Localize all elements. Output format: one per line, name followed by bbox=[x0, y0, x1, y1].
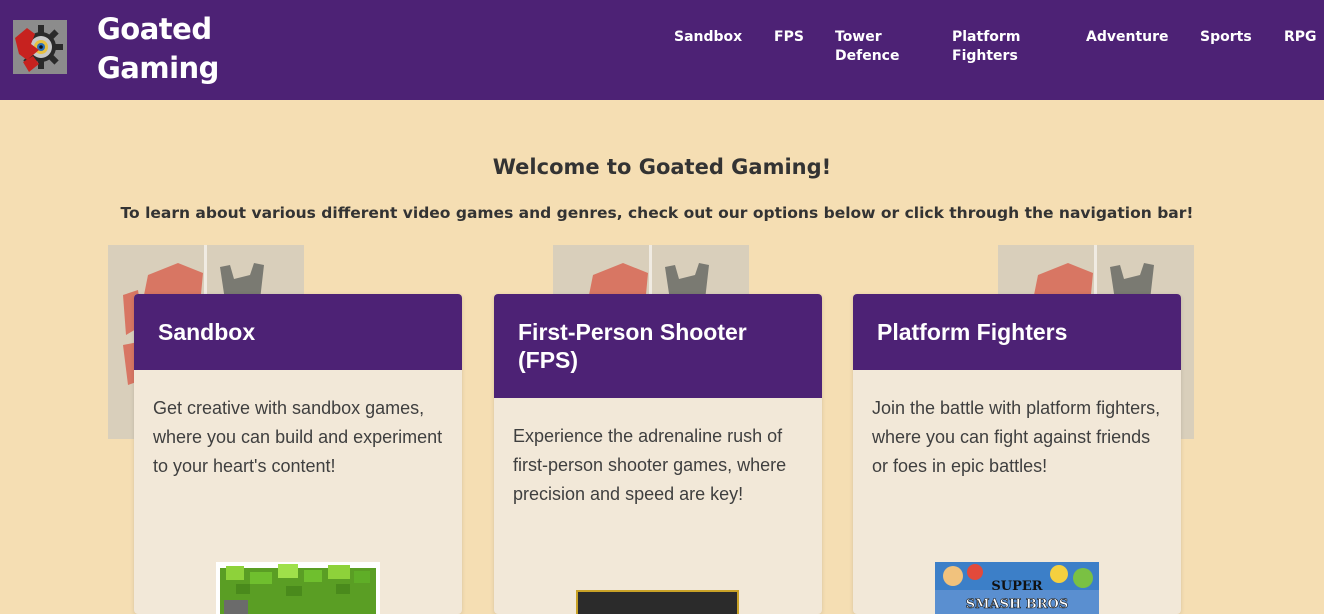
thumb-text-bottom: SMASH BROS bbox=[966, 597, 1069, 612]
nav-link-tower-defence[interactable]: Tower Defence bbox=[835, 28, 915, 66]
genre-card-platform-fighters[interactable]: Platform Fighters Join the battle with p… bbox=[853, 294, 1181, 614]
site-title[interactable]: Goated Gaming bbox=[97, 10, 267, 88]
welcome-heading: Welcome to Goated Gaming! bbox=[492, 155, 832, 179]
fps-game-image[interactable] bbox=[576, 590, 739, 614]
card-title[interactable]: Sandbox bbox=[134, 294, 462, 370]
nav-link-sports[interactable]: Sports bbox=[1200, 28, 1252, 47]
top-navbar: Goated Gaming Sandbox FPS Tower Defence … bbox=[0, 0, 1324, 100]
nav-link-sandbox[interactable]: Sandbox bbox=[674, 28, 742, 47]
card-description: Experience the adrenaline rush of first-… bbox=[513, 426, 787, 504]
card-title[interactable]: Platform Fighters bbox=[853, 294, 1181, 370]
nav-link-platform-fighters[interactable]: Platform Fighters bbox=[952, 28, 1042, 66]
intro-text: To learn about various different video g… bbox=[120, 204, 1194, 222]
genre-card-sandbox[interactable]: Sandbox Get creative with sandbox games,… bbox=[134, 294, 462, 614]
genre-card-fps[interactable]: First-Person Shooter (FPS) Experience th… bbox=[494, 294, 822, 614]
sandbox-game-image[interactable] bbox=[216, 562, 380, 614]
gear-eye-logo-icon[interactable] bbox=[13, 20, 67, 74]
nav-link-rpg[interactable]: RPG bbox=[1284, 28, 1317, 47]
nav-link-fps[interactable]: FPS bbox=[774, 28, 804, 47]
card-title[interactable]: First-Person Shooter (FPS) bbox=[494, 294, 822, 398]
nav-link-adventure[interactable]: Adventure bbox=[1086, 28, 1169, 47]
platform-fighters-game-image[interactable]: SUPER SMASH BROS bbox=[935, 562, 1099, 614]
card-description: Get creative with sandbox games, where y… bbox=[153, 398, 443, 476]
card-description: Join the battle with platform fighters, … bbox=[872, 398, 1161, 476]
thumb-text-top: SUPER bbox=[991, 579, 1042, 594]
